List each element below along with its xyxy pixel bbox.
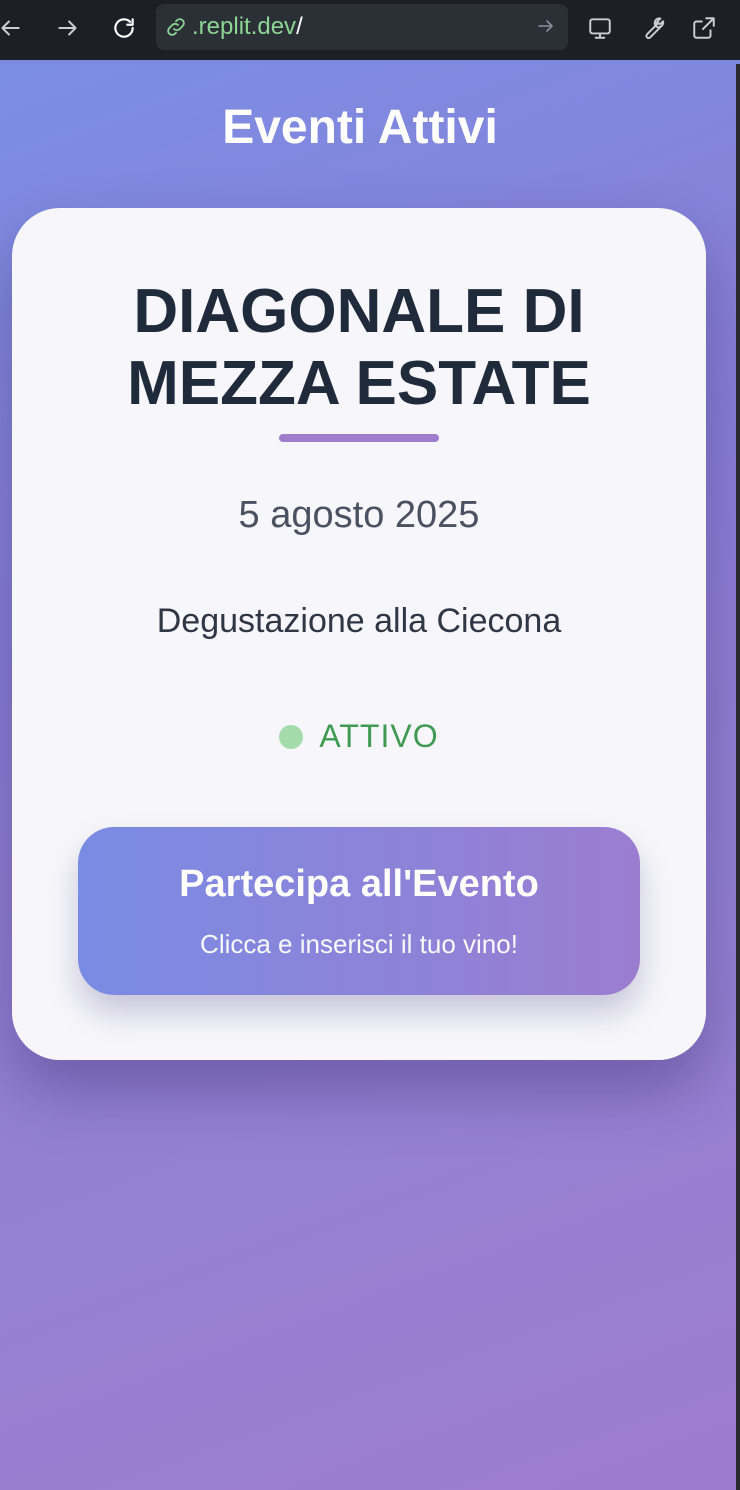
back-button[interactable] (0, 10, 28, 46)
page-background: Eventi Attivi DIAGONALE DI MEZZA ESTATE … (0, 64, 740, 1490)
status-dot-icon (279, 724, 304, 749)
event-card: DIAGONALE DI MEZZA ESTATE 5 agosto 2025 … (12, 208, 706, 1060)
url-domain: .replit.dev (192, 13, 297, 40)
reload-button[interactable] (106, 10, 142, 46)
devices-button[interactable] (582, 10, 618, 46)
status-badge: ATTIVO (12, 718, 706, 755)
reload-icon (114, 18, 134, 38)
monitor-icon (589, 18, 611, 39)
window-edge (736, 64, 740, 1490)
go-icon[interactable] (534, 14, 558, 38)
tools-button[interactable] (634, 10, 670, 46)
url-path: / (296, 13, 303, 40)
event-description: Degustazione alla Ciecona (156, 602, 562, 640)
arrow-right-icon (58, 20, 77, 36)
forward-button[interactable] (50, 10, 86, 46)
external-link-icon (693, 17, 715, 39)
browser-toolbar: .replit.dev / (0, 0, 740, 60)
event-name: DIAGONALE DI MEZZA ESTATE (127, 277, 591, 418)
page-title: Eventi Attivi (222, 101, 498, 154)
address-bar[interactable]: .replit.dev / (156, 4, 568, 50)
join-event-button[interactable]: Partecipa all'Evento Clicca e inserisci … (78, 827, 640, 995)
join-event-subtitle: Clicca e inserisci il tuo vino! (200, 929, 518, 959)
title-divider (279, 434, 439, 442)
arrow-left-icon (1, 20, 20, 36)
wrench-icon (645, 17, 665, 39)
join-event-title: Partecipa all'Evento (179, 863, 539, 905)
event-date: 5 agosto 2025 (238, 494, 480, 536)
link-icon (167, 18, 185, 36)
status-text: ATTIVO (319, 718, 439, 754)
open-new-window-button[interactable] (686, 10, 722, 46)
